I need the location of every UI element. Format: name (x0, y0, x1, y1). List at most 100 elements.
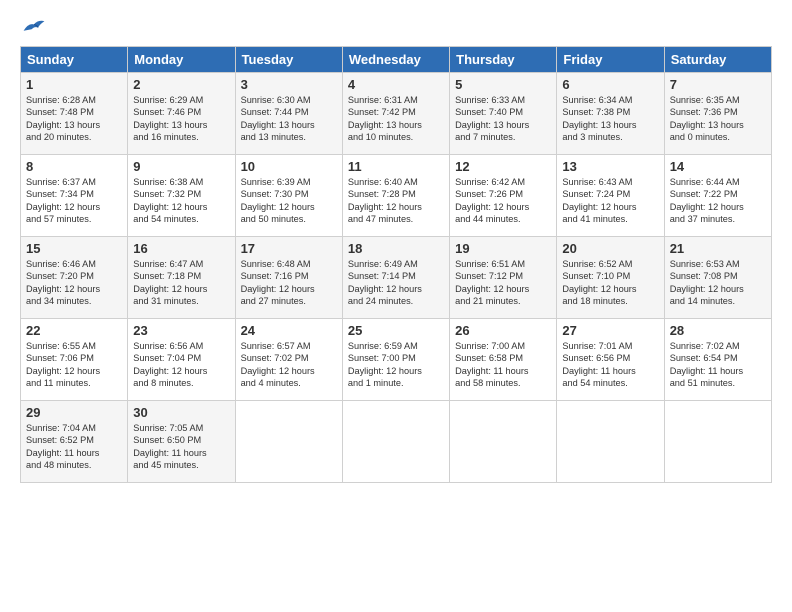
calendar-cell: 8Sunrise: 6:37 AMSunset: 7:34 PMDaylight… (21, 155, 128, 237)
cell-info-line: Sunset: 7:40 PM (455, 106, 551, 118)
day-number: 16 (133, 241, 229, 256)
cell-info-line: Sunrise: 6:46 AM (26, 258, 122, 270)
day-number: 28 (670, 323, 766, 338)
cell-info-line: Sunrise: 6:29 AM (133, 94, 229, 106)
cell-info-line: and 54 minutes. (562, 377, 658, 389)
cell-info-line: and 44 minutes. (455, 213, 551, 225)
calendar-cell: 28Sunrise: 7:02 AMSunset: 6:54 PMDayligh… (664, 319, 771, 401)
day-number: 8 (26, 159, 122, 174)
calendar-cell: 15Sunrise: 6:46 AMSunset: 7:20 PMDayligh… (21, 237, 128, 319)
calendar-cell (235, 401, 342, 483)
day-number: 12 (455, 159, 551, 174)
cell-info-line: Sunrise: 7:01 AM (562, 340, 658, 352)
cell-info-line: Sunset: 6:56 PM (562, 352, 658, 364)
calendar-cell: 29Sunrise: 7:04 AMSunset: 6:52 PMDayligh… (21, 401, 128, 483)
day-number: 4 (348, 77, 444, 92)
day-number: 22 (26, 323, 122, 338)
cell-info-line: Daylight: 12 hours (241, 283, 337, 295)
cell-info-line: Sunset: 7:02 PM (241, 352, 337, 364)
cell-info-line: Sunrise: 7:00 AM (455, 340, 551, 352)
calendar-cell: 12Sunrise: 6:42 AMSunset: 7:26 PMDayligh… (450, 155, 557, 237)
cell-info-line: Daylight: 12 hours (26, 283, 122, 295)
cell-info-line: Sunset: 7:00 PM (348, 352, 444, 364)
cell-info-line: Sunset: 7:04 PM (133, 352, 229, 364)
cell-info-line: and 10 minutes. (348, 131, 444, 143)
cell-info-line: Sunrise: 6:38 AM (133, 176, 229, 188)
cell-info-line: Sunset: 7:18 PM (133, 270, 229, 282)
calendar-cell: 10Sunrise: 6:39 AMSunset: 7:30 PMDayligh… (235, 155, 342, 237)
calendar-cell: 9Sunrise: 6:38 AMSunset: 7:32 PMDaylight… (128, 155, 235, 237)
calendar-week-row: 1Sunrise: 6:28 AMSunset: 7:48 PMDaylight… (21, 73, 772, 155)
cell-info-line: and 54 minutes. (133, 213, 229, 225)
day-number: 6 (562, 77, 658, 92)
cell-info-line: Sunset: 7:44 PM (241, 106, 337, 118)
cell-info-line: Sunset: 7:14 PM (348, 270, 444, 282)
cell-info-line: Sunrise: 7:05 AM (133, 422, 229, 434)
header (20, 16, 772, 36)
cell-info-line: Sunrise: 6:52 AM (562, 258, 658, 270)
cell-info-line: Sunset: 7:16 PM (241, 270, 337, 282)
cell-info-line: and 1 minute. (348, 377, 444, 389)
cell-info-line: Daylight: 13 hours (455, 119, 551, 131)
cell-info-line: and 20 minutes. (26, 131, 122, 143)
day-number: 17 (241, 241, 337, 256)
day-number: 18 (348, 241, 444, 256)
cell-info-line: Sunrise: 6:43 AM (562, 176, 658, 188)
col-sunday: Sunday (21, 47, 128, 73)
cell-info-line: Sunrise: 6:59 AM (348, 340, 444, 352)
cell-info-line: Sunset: 7:06 PM (26, 352, 122, 364)
cell-info-line: Sunrise: 6:51 AM (455, 258, 551, 270)
calendar-cell: 16Sunrise: 6:47 AMSunset: 7:18 PMDayligh… (128, 237, 235, 319)
cell-info-line: and 58 minutes. (455, 377, 551, 389)
cell-info-line: Sunrise: 6:33 AM (455, 94, 551, 106)
cell-info-line: Daylight: 11 hours (133, 447, 229, 459)
day-number: 26 (455, 323, 551, 338)
cell-info-line: Sunset: 7:08 PM (670, 270, 766, 282)
calendar-cell: 20Sunrise: 6:52 AMSunset: 7:10 PMDayligh… (557, 237, 664, 319)
cell-info-line: Daylight: 12 hours (455, 283, 551, 295)
day-number: 7 (670, 77, 766, 92)
logo-bird-icon (22, 16, 46, 36)
day-number: 9 (133, 159, 229, 174)
cell-info-line: and 21 minutes. (455, 295, 551, 307)
cell-info-line: Daylight: 12 hours (348, 365, 444, 377)
col-monday: Monday (128, 47, 235, 73)
cell-info-line: Daylight: 12 hours (26, 365, 122, 377)
cell-info-line: Sunrise: 6:42 AM (455, 176, 551, 188)
day-number: 13 (562, 159, 658, 174)
cell-info-line: Daylight: 11 hours (26, 447, 122, 459)
calendar-cell: 19Sunrise: 6:51 AMSunset: 7:12 PMDayligh… (450, 237, 557, 319)
logo (20, 16, 46, 36)
day-number: 24 (241, 323, 337, 338)
cell-info-line: Sunrise: 6:57 AM (241, 340, 337, 352)
col-wednesday: Wednesday (342, 47, 449, 73)
cell-info-line: Sunset: 7:34 PM (26, 188, 122, 200)
cell-info-line: and 34 minutes. (26, 295, 122, 307)
cell-info-line: and 27 minutes. (241, 295, 337, 307)
day-number: 23 (133, 323, 229, 338)
cell-info-line: Daylight: 12 hours (455, 201, 551, 213)
cell-info-line: and 47 minutes. (348, 213, 444, 225)
cell-info-line: Sunrise: 6:49 AM (348, 258, 444, 270)
calendar-cell: 4Sunrise: 6:31 AMSunset: 7:42 PMDaylight… (342, 73, 449, 155)
cell-info-line: and 8 minutes. (133, 377, 229, 389)
calendar-cell: 26Sunrise: 7:00 AMSunset: 6:58 PMDayligh… (450, 319, 557, 401)
cell-info-line: Sunrise: 7:04 AM (26, 422, 122, 434)
page: Sunday Monday Tuesday Wednesday Thursday… (0, 0, 792, 612)
cell-info-line: Daylight: 12 hours (241, 201, 337, 213)
calendar-cell: 5Sunrise: 6:33 AMSunset: 7:40 PMDaylight… (450, 73, 557, 155)
cell-info-line: and 4 minutes. (241, 377, 337, 389)
calendar-table: Sunday Monday Tuesday Wednesday Thursday… (20, 46, 772, 483)
cell-info-line: Sunrise: 6:47 AM (133, 258, 229, 270)
cell-info-line: Daylight: 12 hours (348, 283, 444, 295)
calendar-week-row: 29Sunrise: 7:04 AMSunset: 6:52 PMDayligh… (21, 401, 772, 483)
cell-info-line: Sunrise: 6:34 AM (562, 94, 658, 106)
calendar-cell: 3Sunrise: 6:30 AMSunset: 7:44 PMDaylight… (235, 73, 342, 155)
cell-info-line: Sunrise: 6:53 AM (670, 258, 766, 270)
cell-info-line: and 41 minutes. (562, 213, 658, 225)
calendar-cell: 24Sunrise: 6:57 AMSunset: 7:02 PMDayligh… (235, 319, 342, 401)
cell-info-line: Daylight: 12 hours (562, 201, 658, 213)
calendar-cell: 1Sunrise: 6:28 AMSunset: 7:48 PMDaylight… (21, 73, 128, 155)
cell-info-line: Daylight: 11 hours (670, 365, 766, 377)
cell-info-line: Sunrise: 6:48 AM (241, 258, 337, 270)
